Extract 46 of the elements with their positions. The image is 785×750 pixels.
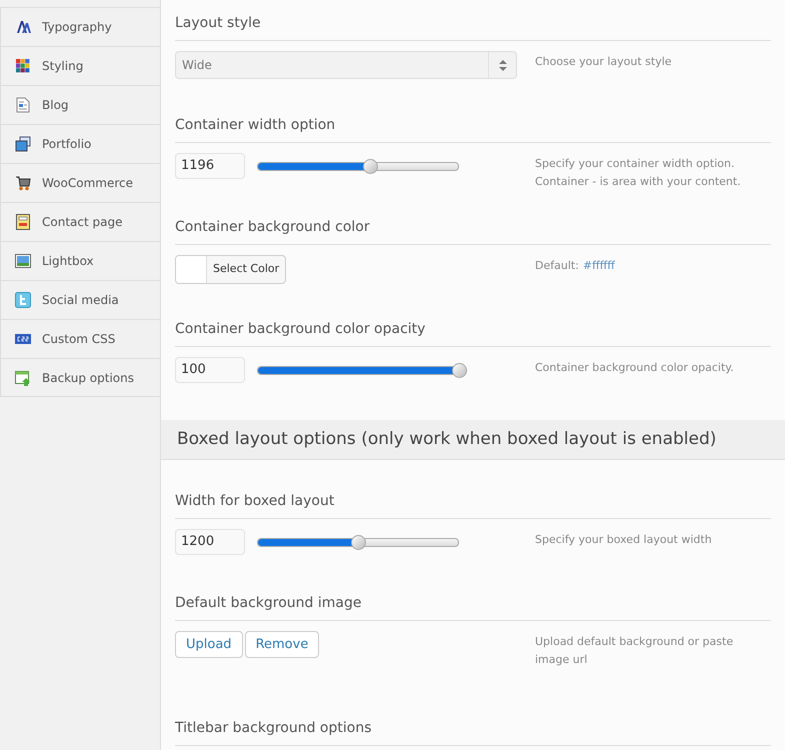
sidebar-item[interactable]: Social media xyxy=(0,280,160,319)
number-field[interactable]: 100 xyxy=(175,357,245,383)
slider-handle[interactable] xyxy=(452,362,467,378)
color-grid-icon xyxy=(16,59,30,73)
bird-letter-icon xyxy=(15,292,31,308)
color-swatch xyxy=(176,256,207,283)
slider-handle[interactable] xyxy=(351,534,366,550)
sidebar-item[interactable]: Lightbox xyxy=(0,241,160,280)
layout-style-select[interactable]: Wide xyxy=(175,51,517,79)
section-heading: Container background color opacity xyxy=(175,321,426,337)
sidebar-item[interactable]: Blog xyxy=(0,85,160,124)
windows-icon xyxy=(15,136,31,152)
help-text: Container background color opacity. xyxy=(535,360,734,376)
help-text: Default: xyxy=(535,258,579,274)
window-upload-icon xyxy=(15,370,31,386)
section-heading: Titlebar background options xyxy=(175,720,372,736)
sidebar-item[interactable]: Portfolio xyxy=(0,124,160,163)
sidebar-item[interactable]: Styling xyxy=(0,46,160,85)
slider-handle[interactable] xyxy=(363,158,378,174)
sidebar-item[interactable]: Contact page xyxy=(0,202,160,241)
section-heading: Container width option xyxy=(175,117,336,133)
upload-button[interactable]: Upload xyxy=(175,631,243,658)
section-heading: Layout style xyxy=(175,15,261,31)
help-text: Choose your layout style xyxy=(535,54,672,70)
help-text: Upload default background or paste image url xyxy=(535,634,734,668)
sidebar-item[interactable]: Typography xyxy=(0,7,160,46)
image-icon xyxy=(15,254,31,268)
section-heading: Width for boxed layout xyxy=(175,493,334,509)
document-icon xyxy=(16,97,30,113)
select-color-button[interactable]: Select Color xyxy=(175,255,286,284)
help-text: Specify your boxed layout width xyxy=(535,532,712,548)
section-heading: Default background image xyxy=(175,595,362,611)
section-heading: Container background color xyxy=(175,219,370,235)
cart-icon xyxy=(15,175,31,191)
number-field[interactable]: 1196 xyxy=(175,153,245,179)
section-header: Boxed layout options (only work when boxed layout is enabled) xyxy=(161,420,785,460)
remove-button[interactable]: Remove xyxy=(244,631,320,658)
help-text: Specify your container width option. xyxy=(535,156,736,172)
default-color-code: #ffffff xyxy=(582,258,615,274)
number-field[interactable]: 1200 xyxy=(175,529,245,555)
form-icon xyxy=(16,214,30,230)
help-text: Container - is area with your content. xyxy=(535,174,741,190)
sidebar-item[interactable]: Backup options xyxy=(0,358,160,397)
sidebar-item[interactable]: Custom CSS xyxy=(0,319,160,358)
up-down-arrows-icon xyxy=(498,60,506,70)
sidebar-item[interactable]: WooCommerce xyxy=(0,163,160,202)
